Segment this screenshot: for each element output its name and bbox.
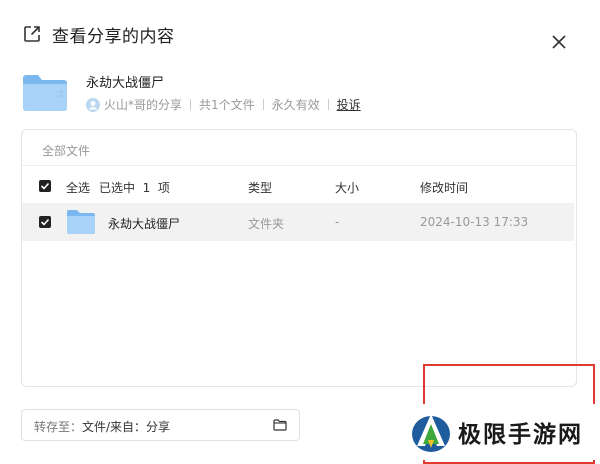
validity: 永久有效: [271, 98, 320, 112]
breadcrumb[interactable]: 全部文件: [42, 142, 90, 159]
save-location-label: 转存至：: [34, 420, 83, 434]
column-header-size[interactable]: 大小: [335, 179, 359, 196]
select-all-label[interactable]: 全选: [66, 179, 90, 196]
folder-icon: [23, 75, 67, 111]
table-row[interactable]: 永劫大战僵尸 文件夹 - 2024-10-13 17:33: [22, 203, 574, 241]
dialog-header: 查看分享的内容: [22, 20, 175, 48]
user-avatar-icon: [86, 97, 100, 112]
share-name: 永劫大战僵尸: [86, 76, 165, 91]
checkmark-icon: [40, 182, 50, 190]
checkmark-icon: [40, 218, 50, 226]
divider: [22, 165, 576, 166]
file-name[interactable]: 永劫大战僵尸: [108, 215, 180, 232]
watermark-text: 极限手游网: [458, 421, 583, 448]
save-location-text: 转存至：文件/来自：分享: [34, 418, 170, 435]
divider: [262, 99, 264, 110]
row-checkbox[interactable]: [39, 216, 51, 228]
save-location-path: 文件/来自：分享: [82, 420, 171, 434]
column-header-type[interactable]: 类型: [248, 179, 272, 196]
file-count: 共1个文件: [199, 98, 255, 112]
share-owner: 火山*哥的分享: [104, 98, 183, 112]
dialog-title: 查看分享的内容: [52, 26, 175, 47]
selected-count: 已选中 1 项: [99, 181, 170, 195]
file-type: 文件夹: [248, 217, 285, 231]
share-dialog: 查看分享的内容 永劫大战僵尸 火山*哥的分享 共1个文件 永久有效 投诉 全部文…: [0, 0, 600, 464]
folder-outline-icon[interactable]: [273, 419, 287, 431]
folder-icon: [67, 210, 95, 234]
external-link-icon: [24, 26, 40, 42]
share-meta: 火山*哥的分享 共1个文件 永久有效 投诉: [86, 96, 361, 113]
select-all-checkbox[interactable]: [39, 180, 51, 192]
close-icon[interactable]: [550, 33, 568, 51]
save-location-picker[interactable]: 转存至：文件/来自：分享: [21, 409, 300, 441]
divider: [190, 99, 192, 110]
file-size: -: [335, 215, 340, 229]
divider: [327, 99, 329, 110]
file-list-panel: 全部文件 全选 已选中 1 项 类型 大小 修改时间 永劫大战僵尸 文件夹 - …: [21, 129, 577, 387]
column-header-modified[interactable]: 修改时间: [420, 179, 468, 196]
report-link[interactable]: 投诉: [337, 96, 361, 113]
site-logo-icon: [412, 414, 450, 452]
watermark: 极限手游网: [406, 404, 596, 460]
file-modified: 2024-10-13 17:33: [420, 215, 529, 229]
